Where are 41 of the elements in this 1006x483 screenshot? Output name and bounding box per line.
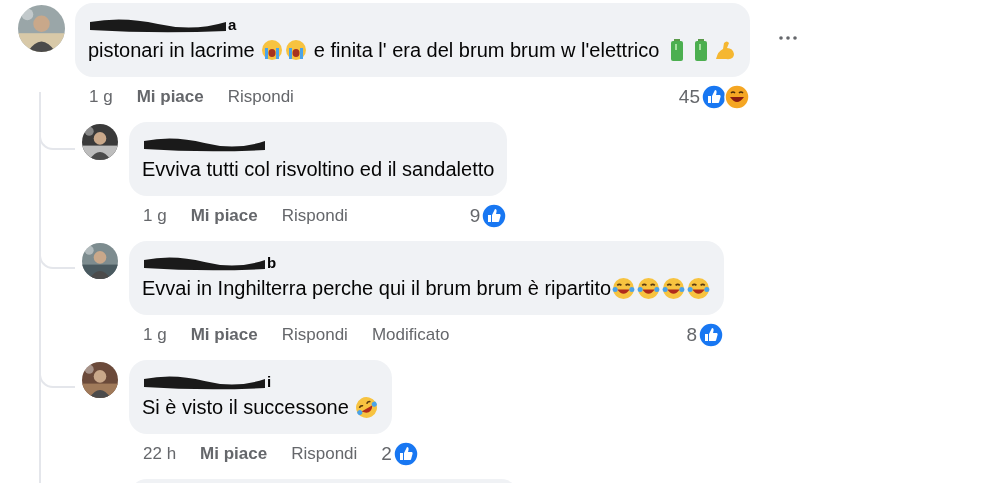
like-reaction-icon bbox=[698, 322, 725, 348]
crying-face-icon bbox=[285, 39, 308, 61]
reaction-count[interactable]: 45 bbox=[678, 86, 700, 108]
reply-link[interactable]: Rispondi bbox=[281, 325, 348, 345]
edited-label: Modificato bbox=[371, 325, 450, 345]
reply-link[interactable]: Rispondi bbox=[291, 444, 358, 464]
like-reaction-icon bbox=[481, 203, 508, 229]
battery-icon bbox=[669, 39, 684, 61]
tears-of-joy-icon bbox=[637, 276, 661, 300]
comment-time[interactable]: 1 g bbox=[143, 206, 167, 226]
author-name[interactable]: a bbox=[228, 16, 237, 34]
comment-time[interactable]: 1 g bbox=[143, 325, 167, 345]
like-reaction-icon bbox=[392, 441, 419, 467]
reaction-count[interactable]: 9 bbox=[469, 205, 481, 227]
comment-time[interactable]: 1 g bbox=[89, 87, 113, 107]
tears-of-joy-icon bbox=[662, 276, 686, 300]
reaction-count[interactable]: 2 bbox=[381, 443, 392, 465]
like-link[interactable]: Mi piace bbox=[136, 87, 204, 107]
comment-text: Evviva tutti col risvoltino ed il sandaletto bbox=[142, 157, 495, 182]
comment-text: Si è visto il successone bbox=[142, 395, 350, 420]
comment-text: pistonari in lacrime bbox=[88, 38, 256, 63]
author-name[interactable]: b bbox=[267, 254, 277, 272]
like-link[interactable]: Mi piace bbox=[190, 206, 258, 226]
reaction-count[interactable]: 8 bbox=[686, 324, 698, 346]
like-reaction-icon bbox=[700, 84, 727, 110]
laughing-reaction-icon bbox=[723, 84, 750, 110]
author-name[interactable]: i bbox=[267, 373, 272, 391]
more-icon[interactable] bbox=[777, 35, 798, 41]
comment-time[interactable]: 22 h bbox=[143, 444, 177, 464]
comment-text: Evvai in Inghilterra perche qui il brum brum è ripartito bbox=[142, 276, 612, 301]
tears-of-joy-icon bbox=[687, 276, 711, 300]
rolling-laughing-face-icon bbox=[355, 395, 379, 419]
crying-face-icon bbox=[261, 39, 284, 61]
tears-of-joy-icon bbox=[612, 276, 636, 300]
reply-link[interactable]: Rispondi bbox=[227, 87, 294, 107]
like-link[interactable]: Mi piace bbox=[190, 325, 258, 345]
flexed-biceps-icon bbox=[713, 39, 736, 61]
like-link[interactable]: Mi piace bbox=[200, 444, 268, 464]
comment-text: e finita l' era del brum brum w l'elettrico bbox=[312, 38, 661, 63]
reply-link[interactable]: Rispondi bbox=[281, 206, 348, 226]
battery-icon bbox=[693, 39, 708, 61]
